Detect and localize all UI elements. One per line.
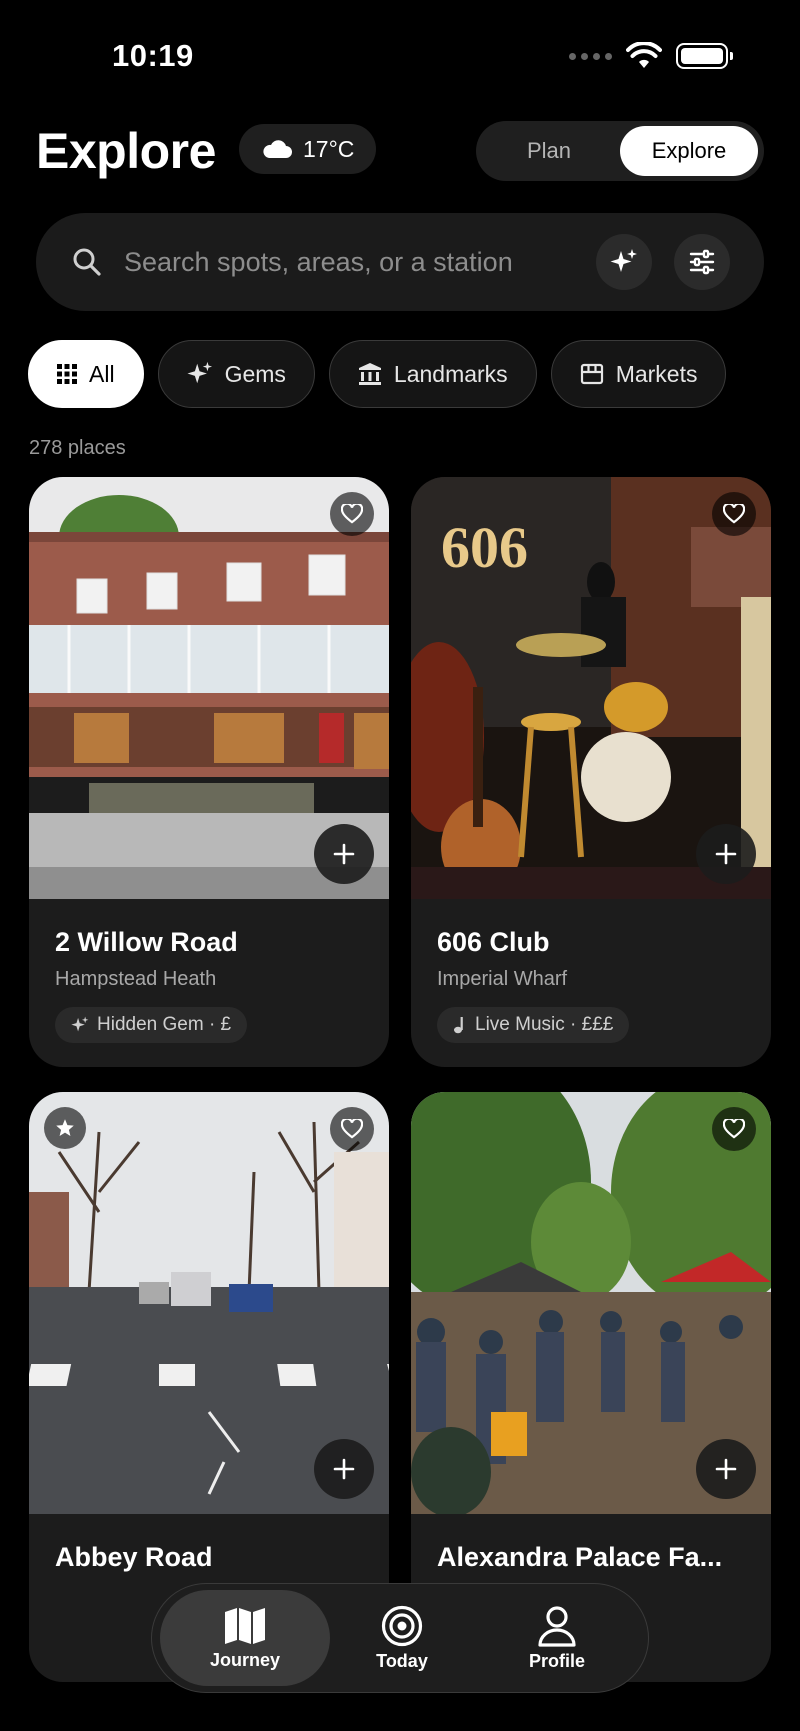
tab-journey[interactable]: Journey <box>160 1590 330 1686</box>
mode-plan-button[interactable]: Plan <box>482 126 616 176</box>
battery-icon <box>676 43 733 69</box>
club-sign-text: 606 <box>441 515 528 580</box>
sparkle-icon <box>610 249 637 272</box>
sliders-icon <box>689 249 715 275</box>
chip-markets[interactable]: Markets <box>550 340 727 408</box>
status-icons <box>569 42 733 70</box>
chip-landmarks[interactable]: Landmarks <box>328 340 537 408</box>
status-bar: 10:19 <box>0 0 800 110</box>
wifi-icon <box>626 42 662 68</box>
header: Explore 17°C Plan Explore <box>0 118 800 188</box>
plus-icon <box>333 843 355 865</box>
bottom-tab-bar: Journey Today Profile <box>151 1583 649 1693</box>
place-photo: 606 <box>411 477 771 899</box>
category-chips: All Gems Landmarks Markets <box>28 340 727 408</box>
search-bar <box>36 213 764 311</box>
heart-icon <box>723 1119 745 1139</box>
place-tag-label: Hidden Gem · £ <box>97 1014 232 1035</box>
plus-icon <box>715 1458 737 1480</box>
person-icon <box>538 1605 576 1647</box>
add-to-plan-button[interactable] <box>696 824 756 884</box>
mode-toggle: Plan Explore <box>476 121 764 181</box>
tab-label: Journey <box>209 1649 281 1670</box>
landmark-icon <box>358 363 381 385</box>
search-icon <box>73 248 101 276</box>
favorite-button[interactable] <box>330 1107 374 1151</box>
place-card[interactable]: 2 Willow Road Hampstead Heath Hidden Gem… <box>29 477 389 1067</box>
featured-star-badge <box>44 1107 86 1149</box>
favorite-button[interactable] <box>330 492 374 536</box>
add-to-plan-button[interactable] <box>314 824 374 884</box>
mode-explore-button[interactable]: Explore <box>620 126 758 176</box>
place-photo <box>411 1092 771 1514</box>
music-note-icon <box>454 1017 463 1034</box>
map-icon <box>225 1607 265 1644</box>
chip-label: All <box>89 360 115 387</box>
star-icon <box>56 1119 74 1136</box>
place-area: Imperial Wharf <box>437 968 568 990</box>
page-title: Explore <box>36 123 216 179</box>
place-card[interactable]: 606 606 Club Imperial Wharf Live Music ·… <box>411 477 771 1067</box>
chip-all[interactable]: All <box>28 340 144 408</box>
chip-gems[interactable]: Gems <box>157 340 315 408</box>
favorite-button[interactable] <box>712 492 756 536</box>
sparkle-icon <box>71 1016 89 1032</box>
plus-icon <box>715 843 737 865</box>
place-card-body: 606 Club Imperial Wharf Live Music · £££ <box>411 899 771 1067</box>
place-name: Alexandra Palace Fa... <box>437 1542 723 1572</box>
favorite-button[interactable] <box>712 1107 756 1151</box>
place-tag-label: Live Music · £££ <box>475 1014 614 1035</box>
cellular-signal-icon <box>569 52 612 60</box>
store-icon <box>580 363 603 385</box>
heart-icon <box>341 504 363 524</box>
tab-profile[interactable]: Profile <box>482 1590 632 1686</box>
chip-label: Landmarks <box>393 360 508 387</box>
chip-label: Markets <box>615 360 698 387</box>
place-name: Abbey Road <box>55 1542 213 1572</box>
add-to-plan-button[interactable] <box>696 1439 756 1499</box>
place-name: 606 Club <box>437 927 550 957</box>
place-area: Hampstead Heath <box>55 968 217 990</box>
grid-icon <box>57 364 77 384</box>
plus-icon <box>333 1458 355 1480</box>
add-to-plan-button[interactable] <box>314 1439 374 1499</box>
target-icon <box>381 1605 423 1646</box>
place-photo <box>29 477 389 899</box>
search-input[interactable] <box>124 237 594 287</box>
ai-search-button[interactable] <box>596 234 652 290</box>
weather-temp: 17°C <box>303 135 355 162</box>
tab-today[interactable]: Today <box>337 1590 467 1686</box>
status-time: 10:19 <box>112 38 194 73</box>
place-tag: Hidden Gem · £ <box>55 1007 248 1043</box>
sparkle-icon <box>187 361 212 384</box>
heart-icon <box>341 1119 363 1139</box>
place-photo <box>29 1092 389 1514</box>
weather-chip[interactable]: 17°C <box>239 124 377 174</box>
heart-icon <box>723 504 745 524</box>
filter-button[interactable] <box>674 234 730 290</box>
tab-label: Profile <box>528 1650 585 1671</box>
place-name: 2 Willow Road <box>55 927 238 957</box>
results-count: 278 places <box>29 437 126 459</box>
place-card-body: 2 Willow Road Hampstead Heath Hidden Gem… <box>29 899 389 1067</box>
cloud-icon <box>263 140 292 158</box>
tab-label: Today <box>376 1650 428 1671</box>
chip-label: Gems <box>224 360 286 387</box>
place-tag: Live Music · £££ <box>437 1007 630 1043</box>
